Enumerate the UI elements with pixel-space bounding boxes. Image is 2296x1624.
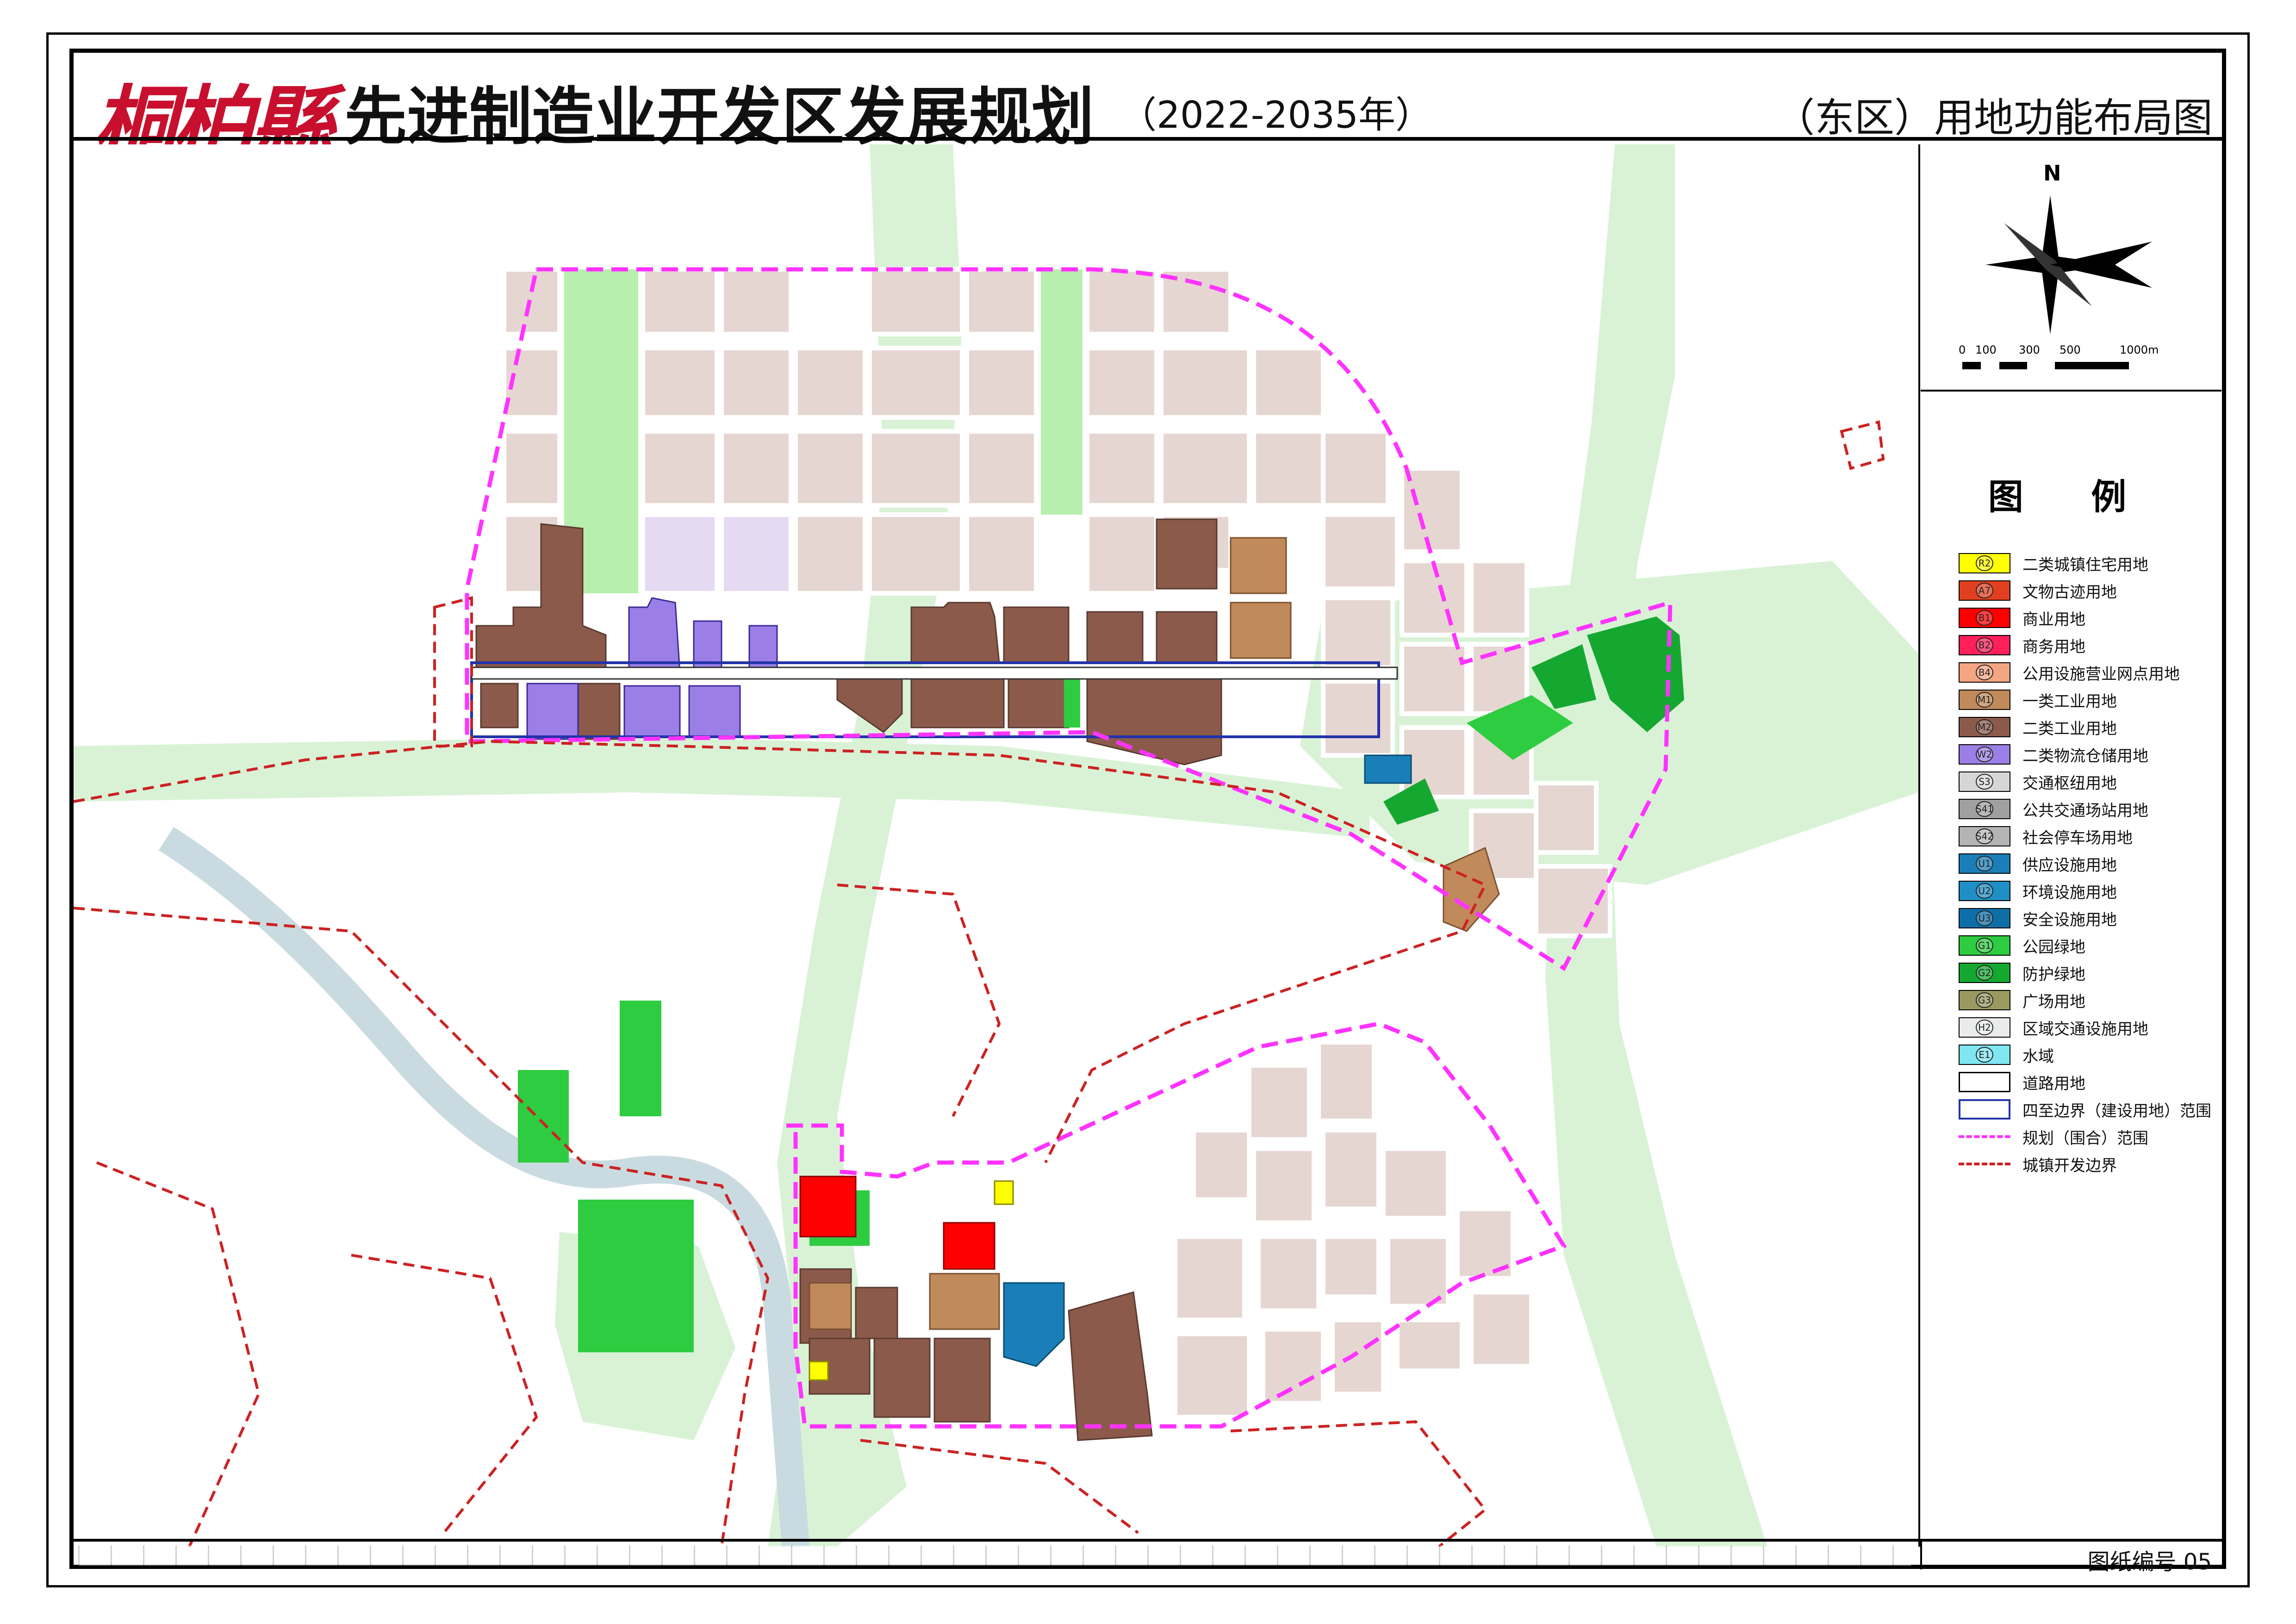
legend-swatch-boundary bbox=[1959, 1099, 2010, 1120]
compass-panel: N 0 100 300 500 1000m bbox=[1921, 144, 2221, 392]
legend-swatch: S42 bbox=[1959, 826, 2010, 846]
legend-item: B2 商务用地 bbox=[1959, 634, 2085, 657]
north-plots-lavender bbox=[641, 512, 793, 596]
page-title: 先进制造业开发区发展规划 bbox=[344, 81, 1094, 153]
legend-item: G3 广场用地 bbox=[1959, 989, 2085, 1012]
scale-hatch bbox=[78, 1545, 1911, 1566]
legend-swatch-dev bbox=[1959, 1163, 2010, 1165]
legend-item: 道路用地 bbox=[1959, 1070, 2085, 1094]
legend-item: H2 区域交通设施用地 bbox=[1959, 1016, 2148, 1039]
legend-swatch: W2 bbox=[1959, 744, 2010, 765]
legend-swatch: M1 bbox=[1959, 690, 2010, 710]
title-divider bbox=[74, 137, 2222, 141]
legend-swatch: B2 bbox=[1959, 635, 2010, 655]
legend-item: M1 一类工业用地 bbox=[1959, 688, 2117, 711]
legend-item: B4 公用设施营业网点用地 bbox=[1959, 661, 2180, 684]
legend-swatch: U1 bbox=[1959, 853, 2010, 874]
legend-item: U1 供应设施用地 bbox=[1959, 852, 2117, 875]
legend-swatch: B1 bbox=[1959, 608, 2010, 628]
main-road-north bbox=[471, 666, 1398, 680]
legend-item: G1 公园绿地 bbox=[1959, 934, 2085, 957]
compass-north-label: N bbox=[2043, 161, 2061, 186]
legend-item: B1 商业用地 bbox=[1959, 606, 2085, 629]
legend-item: G2 防护绿地 bbox=[1959, 961, 2085, 984]
legend-swatch: R2 bbox=[1959, 553, 2010, 573]
legend-swatch: E1 bbox=[1959, 1045, 2010, 1065]
legend-item: R2 二类城镇住宅用地 bbox=[1959, 552, 2148, 575]
legend-item: W2 二类物流仓储用地 bbox=[1959, 743, 2148, 766]
bottom-bar: 图纸编号 05 bbox=[74, 1539, 2222, 1575]
legend-item: U2 环境设施用地 bbox=[1959, 879, 2117, 902]
legend-swatch: U3 bbox=[1959, 908, 2010, 928]
scale-label-500: 500 bbox=[2060, 343, 2081, 356]
map-subtitle: （东区）用地功能布局图 bbox=[1775, 95, 2213, 141]
legend-swatch: G2 bbox=[1959, 963, 2010, 983]
land-use-map[interactable] bbox=[74, 144, 1920, 1547]
scale-label-300: 300 bbox=[2019, 343, 2040, 356]
legend-swatch: M2 bbox=[1959, 717, 2010, 737]
legend-item: E1 水域 bbox=[1959, 1043, 2054, 1066]
scale-label-0: 0 bbox=[1959, 343, 1966, 356]
legend-item: S3 交通枢纽用地 bbox=[1959, 770, 2117, 793]
legend-swatch-road bbox=[1959, 1072, 2010, 1092]
legend-item: S42 社会停车场用地 bbox=[1959, 825, 2133, 848]
legend-item: 规划（围合）范围 bbox=[1959, 1125, 2148, 1148]
side-panel: N 0 100 300 500 1000m 图 例 R2 二类城镇住宅用地 A7 文… bbox=[1921, 144, 2221, 1547]
river bbox=[158, 827, 809, 1547]
legend-item: U3 安全设施用地 bbox=[1959, 907, 2117, 930]
scale-label-100: 100 bbox=[1975, 343, 1997, 356]
map-canvas bbox=[74, 144, 1918, 1547]
legend-item: M2 二类工业用地 bbox=[1959, 716, 2117, 739]
legend-item: 城镇开发边界 bbox=[1959, 1152, 2117, 1176]
sheet-divider bbox=[1920, 1542, 1922, 1569]
title-bar: 桐柏縣 先进制造业开发区发展规划 （2022-2035年） （东区）用地功能布局… bbox=[74, 53, 2222, 174]
legend-item: S41 公共交通场站用地 bbox=[1959, 797, 2148, 821]
legend-swatch: A7 bbox=[1959, 580, 2010, 601]
legend-item: A7 文物古迹用地 bbox=[1959, 579, 2117, 602]
legend-title: 图 例 bbox=[1988, 476, 2154, 517]
legend-swatch-planning bbox=[1959, 1135, 2010, 1138]
title-years: （2022-2035年） bbox=[1120, 93, 1433, 137]
legend-swatch: G1 bbox=[1959, 935, 2010, 956]
legend-swatch: G3 bbox=[1959, 990, 2010, 1010]
scale-label-1000: 1000m bbox=[2120, 343, 2159, 356]
legend-swatch: U2 bbox=[1959, 881, 2010, 901]
southeast-plots-light bbox=[1173, 1040, 1534, 1419]
sheet-number: 图纸编号 05 bbox=[2087, 1549, 2212, 1575]
legend-swatch: B4 bbox=[1959, 662, 2010, 683]
legend-swatch: S41 bbox=[1959, 799, 2010, 819]
legend-swatch: H2 bbox=[1959, 1017, 2010, 1038]
legend-item: 四至边界（建设用地）范围 bbox=[1959, 1098, 2211, 1121]
legend-swatch: S3 bbox=[1959, 772, 2010, 792]
